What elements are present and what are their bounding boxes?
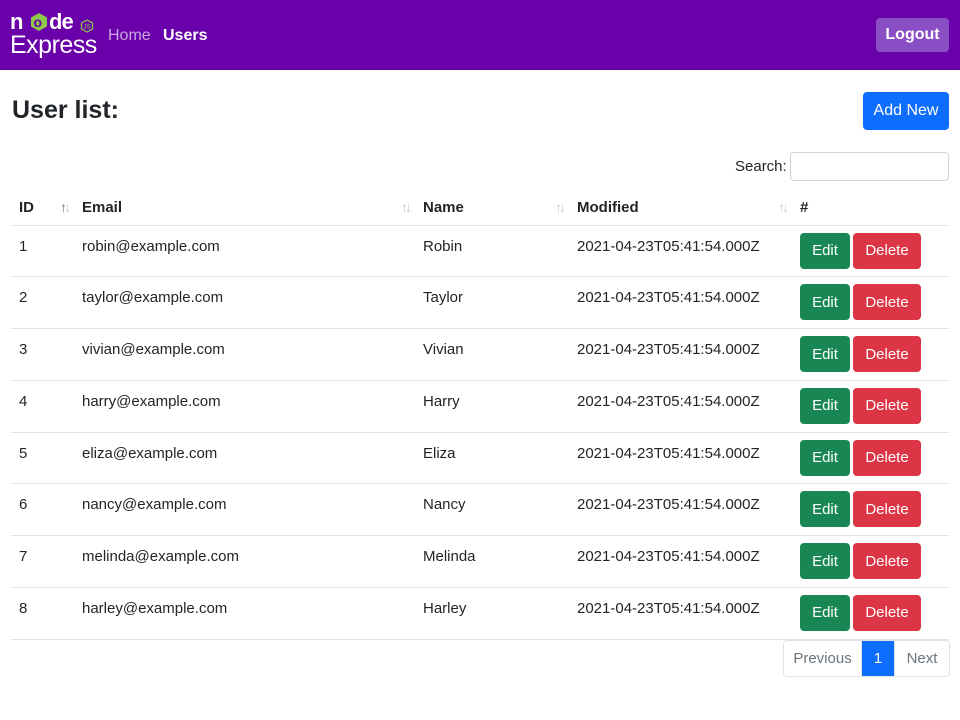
cell-id: 6	[11, 483, 74, 536]
cell-modified: 2021-04-23T05:41:54.000Z	[569, 535, 792, 588]
delete-button[interactable]: Delete	[853, 387, 921, 424]
delete-button[interactable]: Delete	[853, 336, 921, 372]
column-header-label: Modified	[577, 198, 639, 216]
edit-button[interactable]: Edit	[800, 491, 850, 528]
sort-icon: ↑↓	[401, 199, 412, 215]
cell-actions: Edit Delete	[792, 328, 949, 381]
cell-id: 8	[11, 587, 74, 640]
cell-actions: Edit Delete	[792, 587, 949, 640]
delete-button[interactable]: Delete	[853, 543, 921, 579]
column-header-name[interactable]: Name ↑↓	[415, 190, 569, 226]
cell-id: 1	[11, 225, 74, 278]
table-row: 1 robin@example.com Robin 2021-04-23T05:…	[11, 225, 949, 278]
cell-email: nancy@example.com	[74, 483, 415, 536]
svg-text:JS: JS	[84, 25, 91, 31]
column-header-actions: #	[792, 190, 949, 226]
table-row: 3 vivian@example.com Vivian 2021-04-23T0…	[11, 328, 949, 381]
pagination-next[interactable]: Next	[894, 641, 949, 676]
delete-button[interactable]: Delete	[853, 284, 921, 321]
table-row: 2 taylor@example.com Taylor 2021-04-23T0…	[11, 276, 949, 329]
express-logo-text: Express	[10, 31, 97, 59]
cell-id: 2	[11, 276, 74, 329]
cell-modified: 2021-04-23T05:41:54.000Z	[569, 328, 792, 381]
nav-home-link[interactable]: Home	[108, 26, 151, 46]
delete-button[interactable]: Delete	[853, 491, 921, 528]
pagination-page-current[interactable]: 1	[862, 641, 894, 676]
delete-button[interactable]: Delete	[853, 594, 921, 631]
column-header-label: ID	[19, 198, 34, 216]
pagination: Previous 1 Next	[783, 640, 950, 677]
table-header-row: ID ↑↓ Email ↑↓ Name ↑↓ Modified ↑↓ #	[11, 190, 949, 226]
cell-id: 7	[11, 535, 74, 588]
column-header-label: Email	[82, 198, 123, 216]
cell-email: robin@example.com	[74, 225, 415, 278]
cell-name: Taylor	[415, 276, 569, 329]
cell-name: Vivian	[415, 328, 569, 381]
users-table: ID ↑↓ Email ↑↓ Name ↑↓ Modified ↑↓ # 1 r…	[11, 190, 949, 640]
sort-ascending-icon: ↑↓	[60, 199, 71, 215]
table-row: 8 harley@example.com Harley 2021-04-23T0…	[11, 587, 949, 640]
column-header-email[interactable]: Email ↑↓	[74, 190, 415, 226]
table-row: 5 eliza@example.com Eliza 2021-04-23T05:…	[11, 432, 949, 485]
edit-button[interactable]: Edit	[800, 232, 850, 269]
table-row: 6 nancy@example.com Nancy 2021-04-23T05:…	[11, 483, 949, 536]
cell-modified: 2021-04-23T05:41:54.000Z	[569, 276, 792, 329]
cell-modified: 2021-04-23T05:41:54.000Z	[569, 587, 792, 640]
delete-button[interactable]: Delete	[853, 439, 921, 476]
edit-button[interactable]: Edit	[800, 284, 850, 321]
cell-name: Nancy	[415, 483, 569, 536]
delete-button[interactable]: Delete	[853, 232, 921, 269]
table-row: 7 melinda@example.com Melinda 2021-04-23…	[11, 535, 949, 588]
cell-name: Robin	[415, 225, 569, 278]
edit-button[interactable]: Edit	[800, 336, 850, 372]
node-express-logo[interactable]: n o de JS Express	[10, 10, 97, 60]
cell-modified: 2021-04-23T05:41:54.000Z	[569, 432, 792, 485]
cell-actions: Edit Delete	[792, 535, 949, 588]
search-label: Search:	[735, 158, 787, 175]
cell-modified: 2021-04-23T05:41:54.000Z	[569, 225, 792, 278]
cell-email: harley@example.com	[74, 587, 415, 640]
cell-actions: Edit Delete	[792, 432, 949, 485]
nav-users-link[interactable]: Users	[163, 26, 207, 46]
cell-actions: Edit Delete	[792, 276, 949, 329]
pagination-previous[interactable]: Previous	[784, 641, 862, 676]
column-header-id[interactable]: ID ↑↓	[11, 190, 74, 226]
cell-actions: Edit Delete	[792, 380, 949, 433]
sort-icon: ↑↓	[778, 199, 789, 215]
cell-id: 3	[11, 328, 74, 381]
sort-icon: ↑↓	[555, 199, 566, 215]
cell-email: taylor@example.com	[74, 276, 415, 329]
cell-id: 5	[11, 432, 74, 485]
cell-name: Harry	[415, 380, 569, 433]
column-header-label: Name	[423, 198, 464, 216]
navbar: n o de JS Express Home Users Logout	[0, 0, 960, 70]
add-new-button[interactable]: Add New	[863, 92, 949, 130]
edit-button[interactable]: Edit	[800, 387, 850, 424]
cell-email: eliza@example.com	[74, 432, 415, 485]
cell-actions: Edit Delete	[792, 225, 949, 278]
cell-name: Harley	[415, 587, 569, 640]
column-header-modified[interactable]: Modified ↑↓	[569, 190, 792, 226]
cell-email: harry@example.com	[74, 380, 415, 433]
column-header-label: #	[800, 198, 809, 216]
cell-modified: 2021-04-23T05:41:54.000Z	[569, 380, 792, 433]
search-input[interactable]	[790, 152, 949, 181]
edit-button[interactable]: Edit	[800, 439, 850, 476]
svg-text:o: o	[34, 14, 43, 30]
edit-button[interactable]: Edit	[800, 594, 850, 631]
page-title: User list:	[12, 96, 119, 124]
cell-actions: Edit Delete	[792, 483, 949, 536]
table-row: 4 harry@example.com Harry 2021-04-23T05:…	[11, 380, 949, 433]
cell-name: Eliza	[415, 432, 569, 485]
logout-button[interactable]: Logout	[876, 18, 949, 52]
cell-modified: 2021-04-23T05:41:54.000Z	[569, 483, 792, 536]
cell-name: Melinda	[415, 535, 569, 588]
cell-email: vivian@example.com	[74, 328, 415, 381]
edit-button[interactable]: Edit	[800, 543, 850, 579]
cell-email: melinda@example.com	[74, 535, 415, 588]
cell-id: 4	[11, 380, 74, 433]
